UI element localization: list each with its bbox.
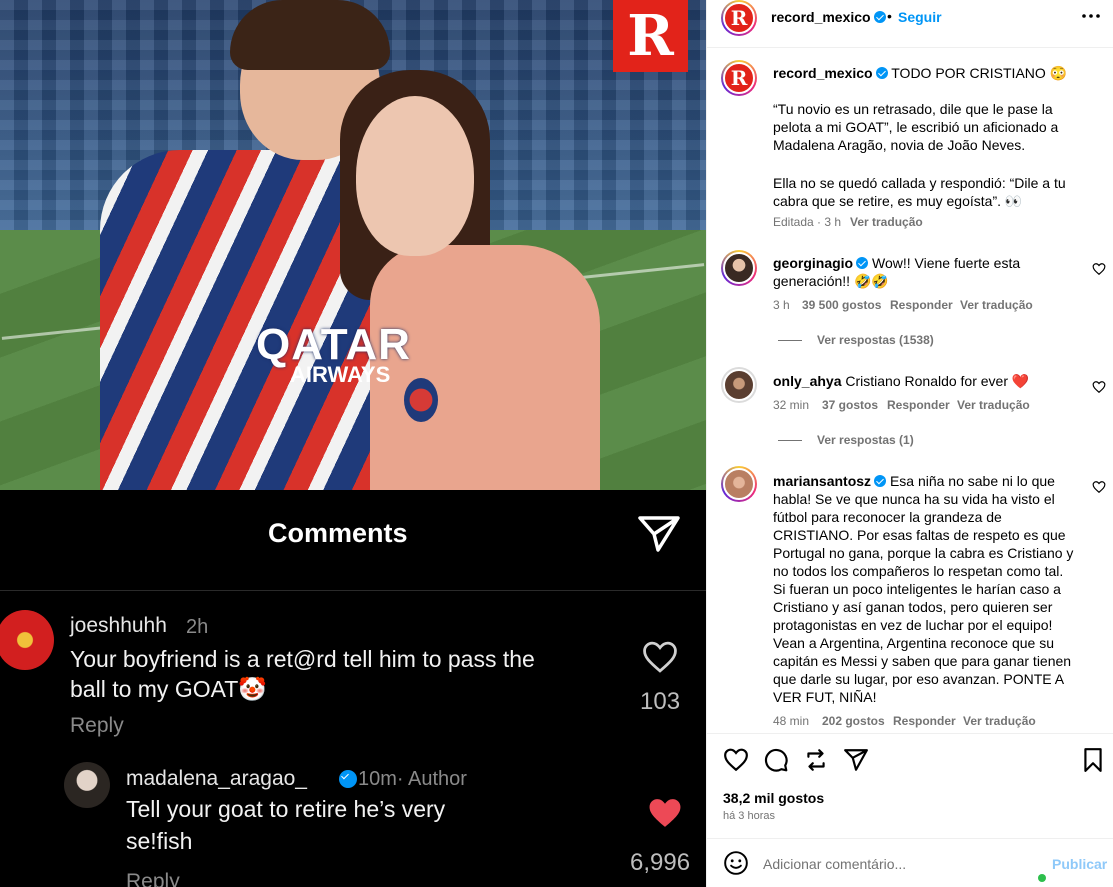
comment-time: 2h	[186, 616, 209, 638]
comments-divider	[0, 590, 706, 591]
save-bookmark-icon[interactable]	[1080, 747, 1106, 773]
comment-username: joeshhuhh	[70, 614, 167, 637]
repost-icon[interactable]	[803, 747, 829, 773]
post-like-count[interactable]: 38,2 mil gostos	[723, 790, 824, 806]
like-icon[interactable]	[723, 747, 749, 773]
psg-crest-icon	[404, 378, 438, 422]
comment-reply-button[interactable]: Responder	[893, 714, 956, 728]
comment-icon[interactable]	[763, 747, 789, 773]
more-horizontal-icon[interactable]	[1080, 8, 1102, 24]
send-icon	[638, 516, 680, 552]
like-comment-icon[interactable]	[1092, 380, 1106, 394]
comment-reply: Reply	[126, 870, 180, 887]
view-replies-button[interactable]: Ver respostas (1538)	[817, 333, 934, 347]
caption-paragraph: Ella no se quedó callada y respondió: “D…	[773, 175, 1066, 209]
avatar	[0, 610, 54, 670]
verified-badge-icon	[856, 257, 869, 269]
replies-line	[778, 440, 802, 441]
replies-line	[778, 340, 802, 341]
comment-body: only_ahya Cristiano Ronaldo for ever ❤️	[773, 372, 1073, 390]
avatar	[64, 762, 110, 808]
verified-badge-icon	[874, 475, 887, 487]
like-comment-icon[interactable]	[1092, 480, 1106, 494]
commenter-avatar[interactable]	[721, 250, 757, 286]
comment-username[interactable]: only_ahya	[773, 373, 841, 389]
commenter-avatar[interactable]	[721, 466, 757, 502]
caption-edited: Editada · 3 h	[773, 215, 842, 229]
comment-reply: Reply	[70, 714, 124, 737]
post-time: há 3 horas	[723, 810, 775, 822]
caption-paragraph: “Tu novio es un retrasado, dile que le p…	[773, 101, 1059, 153]
comment-like-count: 103	[640, 688, 681, 715]
comment-text-line: Tell your goat to retire he’s very	[126, 796, 446, 822]
heart-outline-icon	[643, 641, 677, 673]
woman-face	[356, 96, 474, 256]
comment-username[interactable]: georginagio	[773, 255, 853, 271]
comment-like-count: 6,996	[630, 849, 691, 876]
comment-username[interactable]: mariansantosz	[773, 473, 871, 489]
online-status-dot	[1038, 874, 1046, 882]
comment-reply-button[interactable]: Responder	[890, 298, 953, 312]
input-divider	[707, 838, 1113, 839]
comment-text-line: Your boyfriend is a ret@rd tell him to p…	[70, 646, 535, 672]
comment-time: 48 min	[773, 714, 810, 728]
caption-avatar-mark: R	[723, 62, 755, 94]
verified-badge-icon	[875, 67, 888, 79]
comment-translate[interactable]: Ver tradução	[957, 398, 1030, 412]
jersey-sponsor-sub: AIRWAYS	[290, 362, 391, 387]
woman-figure	[340, 60, 600, 490]
comment-body: georginagio Wow!! Viene fuerte esta gene…	[773, 254, 1073, 290]
follow-button[interactable]: Seguir	[898, 9, 942, 25]
publish-button[interactable]: Publicar	[1052, 856, 1107, 872]
comment-body: mariansantosz Esa niña no sabe ni lo que…	[773, 472, 1075, 706]
caption-translate[interactable]: Ver tradução	[850, 215, 923, 229]
comment-time: 3 h	[773, 298, 790, 312]
comment-translate[interactable]: Ver tradução	[963, 714, 1036, 728]
author-avatar[interactable]: R	[721, 0, 757, 36]
caption-first-line: record_mexico TODO POR CRISTIANO 😳	[773, 64, 1098, 82]
post-media[interactable]: QATAR AIRWAYS R Comments joeshhuhh 2h Yo…	[0, 0, 706, 887]
comment-time: 32 min	[773, 398, 810, 412]
commenter-avatar-image	[723, 468, 755, 500]
comment-text-line: ball to my GOAT🤡	[70, 676, 267, 702]
caption-avatar[interactable]: R	[721, 60, 757, 96]
commenter-avatar-image	[723, 252, 755, 284]
comment-time: 10m· Author	[358, 768, 467, 790]
comments-title: Comments	[268, 518, 408, 548]
post-photo: QATAR AIRWAYS R	[0, 0, 706, 490]
verified-badge-icon	[339, 770, 357, 788]
comment-likes[interactable]: 202 gostos	[822, 714, 885, 728]
record-logo: R	[613, 0, 688, 72]
header-username[interactable]: record_mexico	[771, 9, 886, 25]
share-icon[interactable]	[843, 747, 869, 773]
caption-username[interactable]: record_mexico	[773, 65, 873, 81]
comment-likes[interactable]: 39 500 gostos	[802, 298, 881, 312]
author-avatar-mark: R	[723, 2, 755, 34]
view-replies-button[interactable]: Ver respostas (1)	[817, 433, 914, 447]
commenter-avatar[interactable]	[721, 367, 757, 403]
emoji-icon[interactable]	[723, 850, 749, 876]
header-divider	[707, 47, 1113, 48]
comment-text: Cristiano Ronaldo for ever ❤️	[845, 373, 1030, 389]
comment-input[interactable]	[763, 851, 1033, 877]
comment-text: Esa niña no sabe ni lo que habla! Se ve …	[773, 473, 1074, 705]
verified-badge-icon	[873, 11, 886, 23]
caption-title: TODO POR CRISTIANO 😳	[891, 65, 1068, 81]
comment-reply-button[interactable]: Responder	[887, 398, 950, 412]
comment-text-line: se!fish	[126, 828, 193, 854]
comment-likes[interactable]: 37 gostos	[822, 398, 878, 412]
post-side-panel: R record_mexico • Seguir R record_mexico…	[706, 0, 1113, 887]
actions-divider	[707, 733, 1113, 734]
comment-translate[interactable]: Ver tradução	[960, 298, 1033, 312]
like-comment-icon[interactable]	[1092, 262, 1106, 276]
heart-filled-icon	[649, 799, 681, 827]
commenter-avatar-image	[723, 369, 755, 401]
comment-username: madalena_aragao_	[126, 767, 307, 790]
header-username-text[interactable]: record_mexico	[771, 9, 871, 25]
separator-dot: •	[887, 8, 892, 24]
